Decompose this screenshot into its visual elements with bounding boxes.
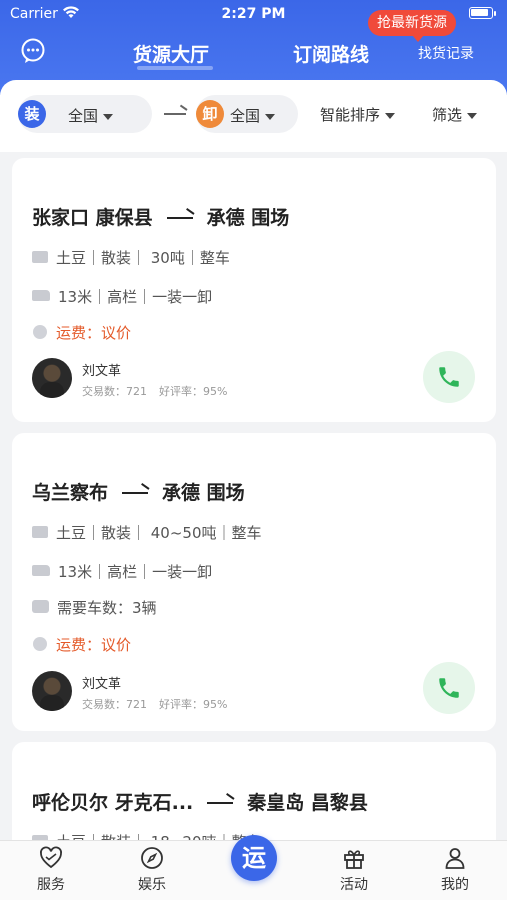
sort-label: 智能排序	[320, 106, 381, 124]
freight-text: 运费：议价	[56, 324, 132, 342]
user-icon	[445, 848, 465, 869]
call-button[interactable]	[423, 351, 475, 403]
cargo-card[interactable]: 张家口 康保县 承德 围场 土豆｜散装｜ 30吨｜整车 13米｜高栏｜一装一卸 运…	[12, 158, 496, 422]
tab-activity[interactable]: 活动	[314, 845, 394, 894]
freight-info: 运费：议价	[32, 634, 131, 655]
vehicle-info: 13米｜高栏｜一装一卸	[32, 561, 212, 582]
promo-bubble[interactable]: 抢最新货源	[368, 10, 456, 42]
arrow-right-icon	[122, 491, 149, 494]
caret-down-icon	[467, 112, 478, 119]
route: 呼伦贝尔 牙克石... 秦皇岛 昌黎县	[32, 788, 368, 815]
cargo-history-button[interactable]: 找货记录	[418, 43, 474, 63]
rating: 好评率：95%	[159, 698, 228, 711]
phone-icon	[439, 678, 459, 698]
shipper-name: 刘文革	[82, 364, 122, 379]
filter-bar: 装 全国 卸 全国 智能排序 筛选	[0, 80, 507, 152]
tab-mine[interactable]: 我的	[415, 845, 495, 894]
truck-icon	[32, 290, 50, 301]
center-transport-button[interactable]: 运	[231, 835, 277, 881]
load-badge: 装	[18, 100, 46, 128]
tab-service-label: 服务	[37, 877, 65, 893]
route-destination: 承德 围场	[206, 207, 290, 229]
battery-icon	[469, 7, 496, 19]
phone-icon	[439, 367, 459, 387]
arrow-right-icon	[166, 216, 193, 219]
vehicle-icon	[32, 600, 49, 613]
tab-entertainment[interactable]: 娱乐	[112, 845, 192, 894]
coin-icon	[33, 324, 47, 339]
deal-count: 交易数：721	[82, 385, 147, 398]
truck-icon	[32, 565, 50, 576]
arrow-right-icon	[164, 113, 186, 115]
goods-text: 土豆｜散装｜ 40~50吨｜整车	[56, 524, 262, 542]
call-button[interactable]	[423, 662, 475, 714]
shipper-stats: 交易数：721 好评率：95%	[82, 696, 239, 712]
freight-text: 运费：议价	[56, 636, 132, 654]
shipper-name: 刘文革	[82, 677, 122, 692]
vehicle-text: 13米｜高栏｜一装一卸	[58, 563, 213, 581]
message-icon[interactable]	[20, 38, 46, 64]
heart-icon	[40, 846, 62, 869]
unload-badge: 卸	[196, 100, 224, 128]
route: 张家口 康保县 承德 围场	[32, 203, 289, 230]
filter-dropdown[interactable]: 筛选	[432, 104, 478, 125]
avatar	[32, 671, 72, 711]
caret-down-icon	[385, 112, 396, 119]
caret-down-icon	[265, 113, 276, 120]
shipper-stats: 交易数：721 好评率：95%	[82, 383, 239, 399]
tab-cargo-hall[interactable]: 货源大厅	[133, 40, 209, 67]
filter-label: 筛选	[432, 106, 463, 124]
unload-region-value: 全国	[230, 107, 261, 125]
goods-info: 土豆｜散装｜ 30吨｜整车	[32, 247, 230, 268]
cargo-icon	[32, 250, 48, 263]
cargo-icon	[32, 525, 48, 538]
unload-region-select[interactable]: 卸 全国	[196, 95, 298, 133]
load-region-value: 全国	[68, 107, 99, 125]
coin-icon	[33, 636, 47, 651]
route-origin: 呼伦贝尔 牙克石...	[32, 792, 194, 814]
sort-dropdown[interactable]: 智能排序	[320, 104, 396, 125]
tab-activity-label: 活动	[340, 877, 368, 893]
vehicle-count-text: 需要车数：3辆	[57, 599, 157, 617]
compass-icon	[141, 847, 163, 869]
tab-service[interactable]: 服务	[11, 845, 91, 894]
vehicle-text: 13米｜高栏｜一装一卸	[58, 288, 213, 306]
load-region-select[interactable]: 装 全国	[18, 95, 152, 133]
tab-entertainment-label: 娱乐	[138, 877, 166, 893]
goods-info: 土豆｜散装｜ 40~50吨｜整车	[32, 522, 262, 543]
active-tab-indicator	[137, 66, 213, 70]
goods-text: 土豆｜散装｜ 30吨｜整车	[56, 249, 230, 267]
avatar	[32, 358, 72, 398]
top-nav: 货源大厅 订阅路线 找货记录	[0, 34, 507, 70]
route-destination: 承德 围场	[162, 482, 245, 504]
vehicle-info: 13米｜高栏｜一装一卸	[32, 286, 212, 307]
gift-icon	[344, 850, 364, 869]
tab-subscribed-routes[interactable]: 订阅路线	[293, 40, 369, 67]
arrow-right-icon	[207, 801, 234, 804]
caret-down-icon	[103, 113, 114, 120]
deal-count: 交易数：721	[82, 698, 147, 711]
cargo-card[interactable]: 乌兰察布 承德 围场 土豆｜散装｜ 40~50吨｜整车 13米｜高栏｜一装一卸 需…	[12, 433, 496, 731]
freight-info: 运费：议价	[32, 322, 131, 343]
vehicle-count-info: 需要车数：3辆	[32, 597, 157, 618]
bottom-tab-bar: 服务 娱乐 运 活动 我的	[0, 835, 507, 900]
route-origin: 张家口 康保县	[32, 207, 153, 229]
tab-mine-label: 我的	[441, 877, 469, 893]
route-origin: 乌兰察布	[32, 482, 109, 504]
rating: 好评率：95%	[159, 385, 228, 398]
route-destination: 秦皇岛 昌黎县	[247, 792, 368, 814]
route: 乌兰察布 承德 围场	[32, 478, 245, 505]
